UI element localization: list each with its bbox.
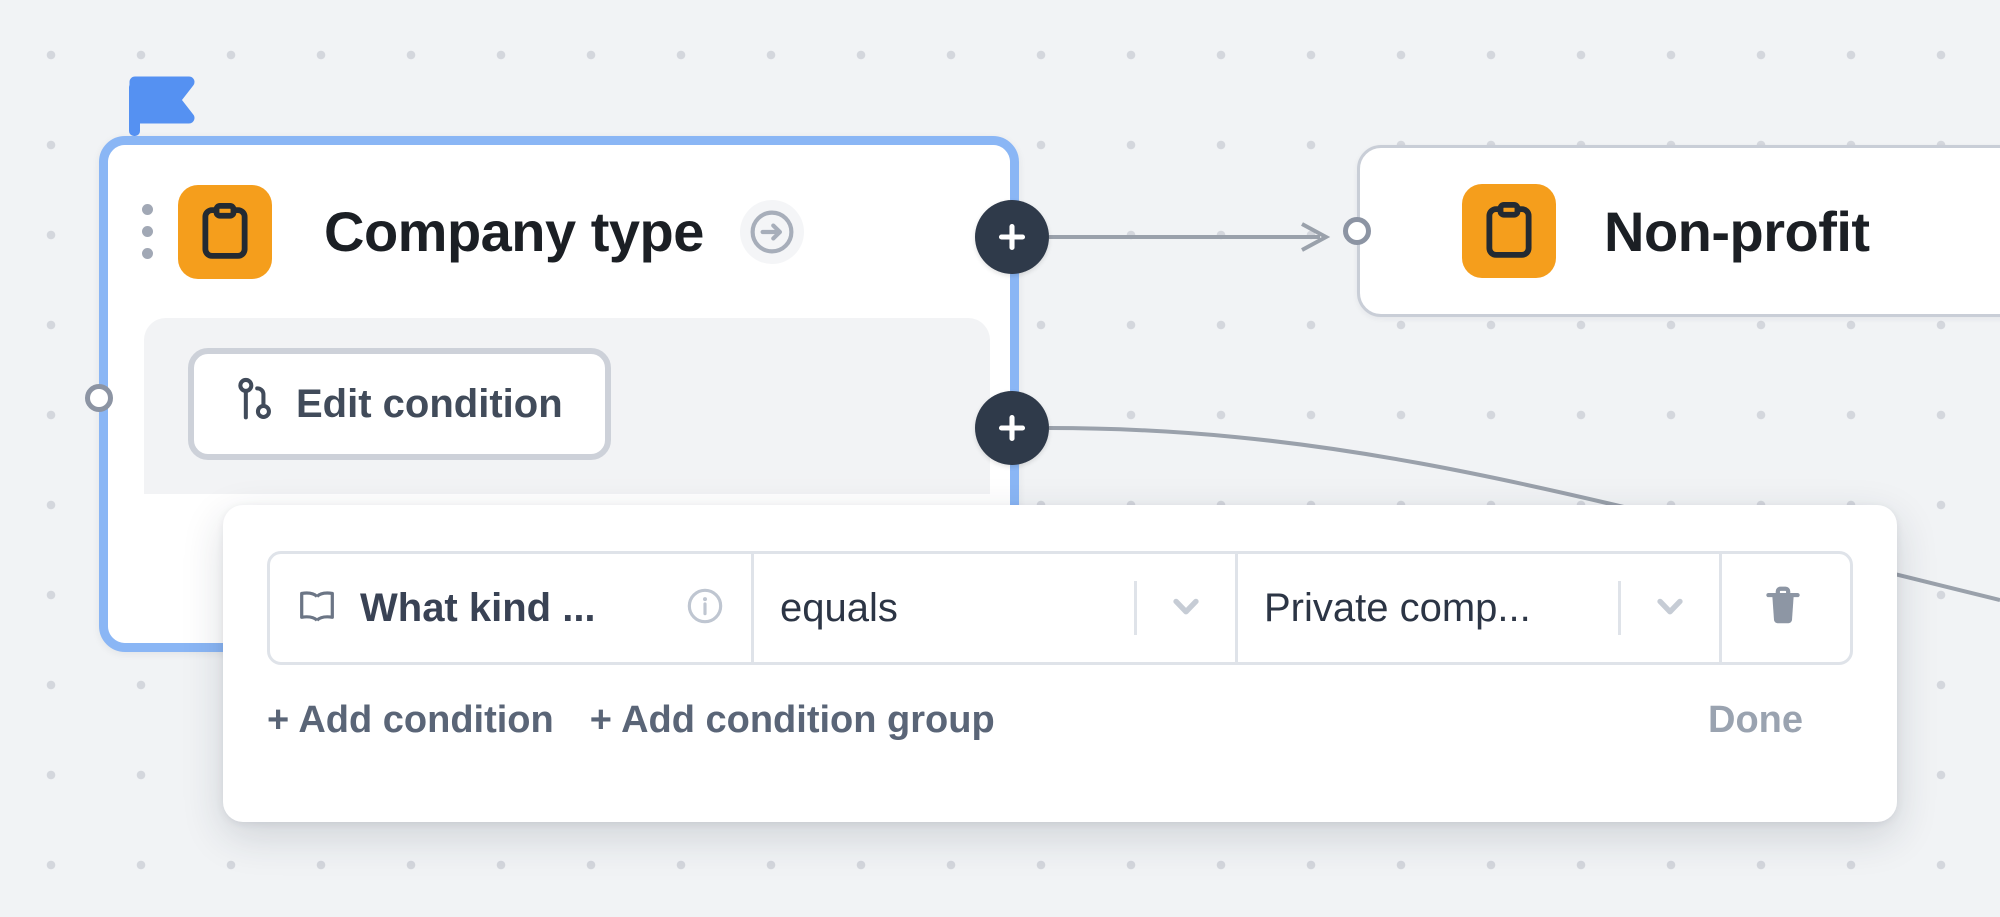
condition-operator-value: equals bbox=[780, 585, 898, 630]
add-node-handle-bottom[interactable] bbox=[975, 391, 1049, 465]
node-body: Edit condition bbox=[144, 318, 990, 494]
chevron-down-icon[interactable] bbox=[1647, 583, 1693, 634]
non-profit-input-handle[interactable] bbox=[1343, 217, 1371, 245]
trash-icon bbox=[1761, 583, 1805, 634]
condition-row: What kind ... equals Private comp... bbox=[267, 551, 1853, 665]
delete-condition-button[interactable] bbox=[1722, 554, 1844, 662]
info-circle-icon[interactable] bbox=[685, 586, 725, 631]
edge-arrowhead-non-profit bbox=[1301, 222, 1331, 252]
drag-handle-icon[interactable] bbox=[134, 204, 160, 259]
operator-divider bbox=[1134, 581, 1137, 635]
clipboard-icon bbox=[1462, 184, 1556, 278]
node-non-profit[interactable]: Non-profit bbox=[1357, 145, 2000, 317]
condition-value-value: Private comp... bbox=[1264, 585, 1531, 630]
node-title: Company type bbox=[324, 200, 704, 263]
chevron-down-icon[interactable] bbox=[1163, 583, 1209, 634]
workflow-canvas[interactable]: Company type Edit condition Non-profit W… bbox=[0, 0, 2000, 917]
condition-field-value: What kind ... bbox=[360, 585, 596, 630]
flag-icon bbox=[129, 76, 197, 136]
node-header[interactable]: Company type bbox=[108, 145, 1010, 318]
git-branch-icon bbox=[236, 377, 274, 431]
edit-condition-label: Edit condition bbox=[296, 381, 563, 426]
add-condition-group-button[interactable]: + Add condition group bbox=[590, 699, 995, 742]
node-input-handle[interactable] bbox=[85, 384, 113, 412]
book-open-icon bbox=[296, 589, 338, 628]
clipboard-icon bbox=[178, 184, 272, 279]
condition-value-select[interactable]: Private comp... bbox=[1238, 554, 1722, 662]
popup-actions: + Add condition + Add condition group Do… bbox=[267, 699, 1853, 742]
edit-condition-button[interactable]: Edit condition bbox=[188, 348, 611, 460]
add-node-handle-top[interactable] bbox=[975, 200, 1049, 274]
add-condition-button[interactable]: + Add condition bbox=[267, 699, 554, 742]
condition-editor-popup: What kind ... equals Private comp... + A… bbox=[223, 505, 1897, 822]
condition-operator-select[interactable]: equals bbox=[754, 554, 1238, 662]
done-button[interactable]: Done bbox=[1708, 699, 1853, 742]
node-title: Non-profit bbox=[1604, 199, 1870, 263]
arrow-right-circle-icon[interactable] bbox=[739, 199, 804, 264]
condition-field-select[interactable]: What kind ... bbox=[270, 554, 754, 662]
value-divider bbox=[1618, 581, 1621, 635]
